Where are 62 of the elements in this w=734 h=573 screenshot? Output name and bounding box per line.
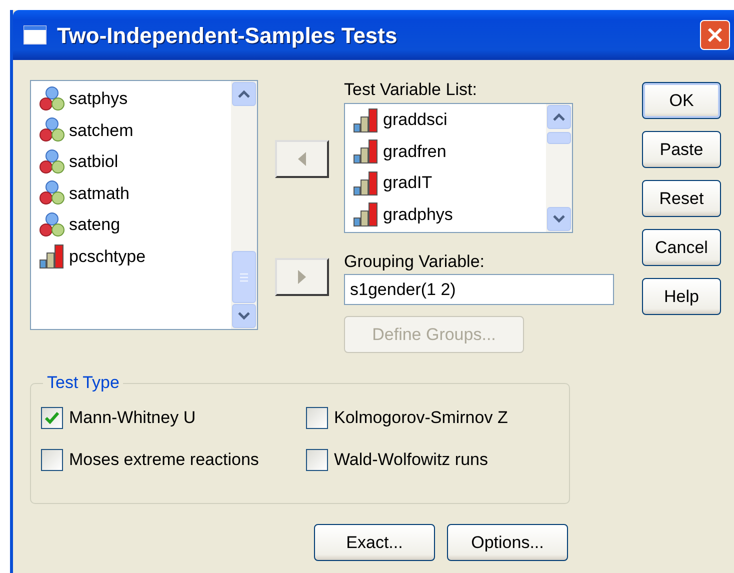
scroll-up-button[interactable] (232, 82, 256, 106)
dialog-button[interactable]: Reset (642, 180, 721, 217)
close-button[interactable] (700, 20, 730, 50)
variable-scale-icon (39, 180, 65, 206)
checkbox[interactable] (306, 407, 328, 429)
variable-item[interactable]: gradIT (383, 170, 432, 196)
variable-scale-icon (39, 86, 65, 112)
scrollbar[interactable] (231, 81, 257, 329)
variable-item[interactable]: graddsci (383, 107, 448, 132)
variable-item[interactable]: satbiol (69, 149, 118, 174)
dialog-button[interactable]: Exact... (314, 524, 435, 561)
test-variable-list[interactable]: graddsci gradfren gradIT gradphys (344, 103, 573, 233)
window-title: Two-Independent-Samples Tests (57, 22, 398, 50)
dialog-button[interactable]: Cancel (642, 229, 721, 266)
move-right-button[interactable] (275, 258, 329, 296)
variable-ordinal-icon (353, 201, 379, 228)
grip-icon (239, 272, 249, 282)
window-icon (23, 25, 47, 45)
scroll-thumb[interactable] (547, 132, 571, 144)
scroll-thumb[interactable] (232, 251, 256, 303)
dialog-button[interactable]: OK (642, 82, 721, 119)
grouping-variable-field[interactable]: s1gender(1 2) (344, 274, 614, 305)
triangle-left-icon (298, 152, 306, 166)
chevron-up-icon (238, 90, 250, 98)
field-label: Test Variable List: (344, 80, 478, 100)
scroll-up-button[interactable] (547, 105, 571, 129)
checkbox[interactable] (306, 449, 328, 471)
field-label: Grouping Variable: (344, 252, 486, 272)
chevron-up-icon (553, 113, 565, 121)
variable-item[interactable]: satphys (69, 86, 128, 112)
variable-ordinal-icon (353, 106, 379, 133)
variable-item[interactable]: satchem (69, 118, 134, 143)
variable-ordinal-icon (39, 243, 65, 270)
checkbox-label: Mann-Whitney U (69, 407, 196, 430)
triangle-right-icon (298, 270, 306, 284)
variable-ordinal-icon (353, 170, 379, 196)
checkbox-label: Moses extreme reactions (69, 449, 259, 472)
variable-scale-icon (39, 148, 65, 175)
chevron-down-icon (238, 312, 250, 320)
dialog-button[interactable]: Paste (642, 131, 721, 168)
scroll-down-button[interactable] (232, 304, 256, 328)
scrollbar[interactable] (546, 104, 572, 232)
source-variable-list[interactable]: satphys satchem satbiol satmath sateng pcschtype (30, 80, 258, 330)
checkbox[interactable] (41, 449, 63, 471)
dialog-button[interactable]: Options... (447, 524, 568, 561)
checkmark-icon (45, 412, 59, 424)
variable-item[interactable]: gradfren (383, 138, 446, 164)
variable-item[interactable]: pcschtype (69, 244, 146, 269)
close-icon (706, 26, 724, 44)
variable-scale-icon (39, 212, 65, 238)
scroll-down-button[interactable] (547, 207, 571, 231)
dialog-button[interactable]: Help (642, 278, 721, 315)
variable-item[interactable]: gradphys (383, 202, 453, 227)
variable-scale-icon (39, 117, 65, 144)
variable-ordinal-icon (353, 138, 379, 164)
chevron-down-icon (553, 215, 565, 223)
move-left-button[interactable] (275, 140, 329, 178)
variable-item[interactable]: satmath (69, 180, 130, 206)
variable-item[interactable]: sateng (69, 212, 120, 238)
checkbox-label: Kolmogorov-Smirnov Z (334, 407, 508, 430)
checkbox[interactable] (41, 407, 63, 429)
checkbox-label: Wald-Wolfowitz runs (334, 449, 488, 472)
